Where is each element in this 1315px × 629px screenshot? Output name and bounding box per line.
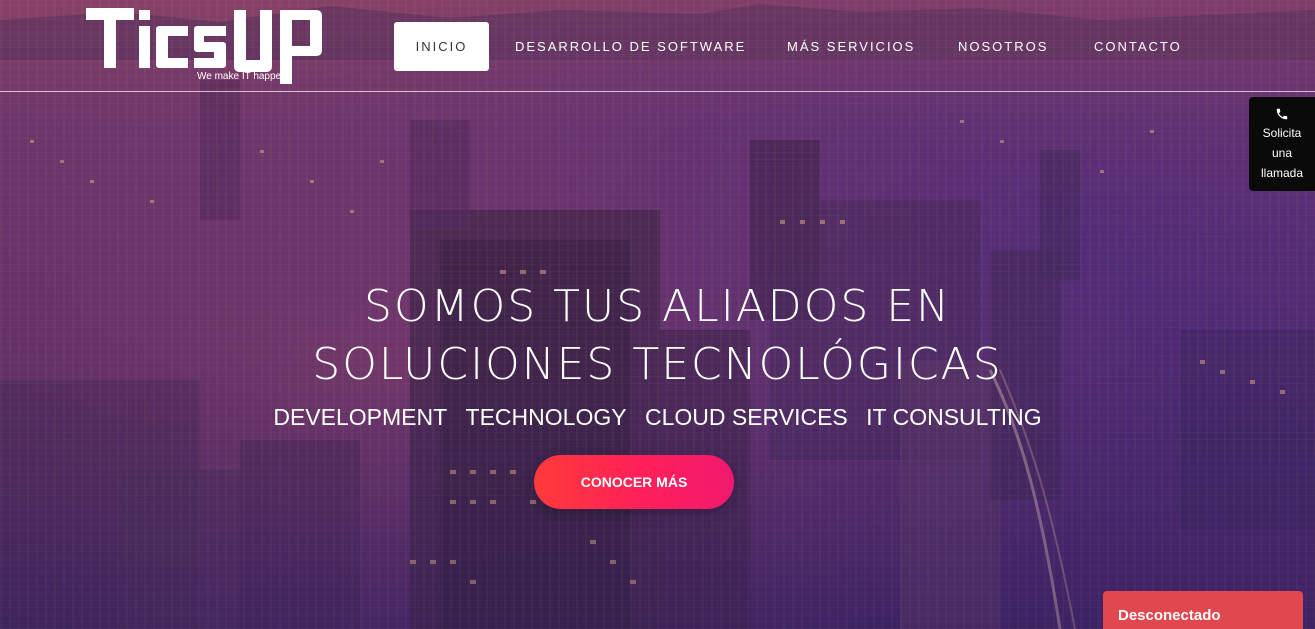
site-header: We make IT happen INICIO DESARROLLO DE S… bbox=[0, 0, 1315, 92]
nav-item-inicio[interactable]: INICIO bbox=[394, 22, 489, 71]
nav-item-nosotros[interactable]: NOSOTROS bbox=[958, 22, 1048, 71]
call-widget-line2: una bbox=[1271, 146, 1293, 160]
service-it-consulting: IT CONSULTING bbox=[866, 404, 1042, 430]
request-call-widget[interactable]: Solicita una llamada bbox=[1249, 97, 1315, 191]
call-widget-line3: llamada bbox=[1260, 166, 1304, 180]
nav-item-mas-servicios[interactable]: MÁS SERVICIOS bbox=[787, 22, 915, 71]
ticsup-logo[interactable]: We make IT happen bbox=[84, 4, 329, 88]
chat-status-badge[interactable]: Desconectado bbox=[1103, 591, 1303, 629]
call-widget-line1: Solicita bbox=[1262, 126, 1302, 140]
hero-title-line1: SOMOS TUS ALIADOS EN bbox=[364, 281, 951, 332]
service-technology: TECHNOLOGY bbox=[465, 404, 627, 430]
logo-tagline: We make IT happen bbox=[197, 71, 287, 82]
conocer-mas-button[interactable]: CONOCER MÁS bbox=[534, 455, 734, 509]
hero-services: DEVELOPMENT TECHNOLOGY CLOUD SERVICES IT… bbox=[0, 404, 1315, 431]
service-cloud-services: CLOUD SERVICES bbox=[644, 404, 848, 430]
phone-icon bbox=[1276, 108, 1288, 120]
hero-title: SOMOS TUS ALIADOS EN SOLUCIONES TECNOLÓG… bbox=[0, 278, 1315, 394]
page: We make IT happen INICIO DESARROLLO DE S… bbox=[0, 0, 1315, 629]
service-development: DEVELOPMENT bbox=[273, 404, 448, 430]
nav-item-contacto[interactable]: CONTACTO bbox=[1094, 22, 1182, 71]
nav-item-desarrollo-de-software[interactable]: DESARROLLO DE SOFTWARE bbox=[515, 22, 746, 71]
hero-title-line2: SOLUCIONES TECNOLÓGICAS bbox=[312, 339, 1003, 390]
